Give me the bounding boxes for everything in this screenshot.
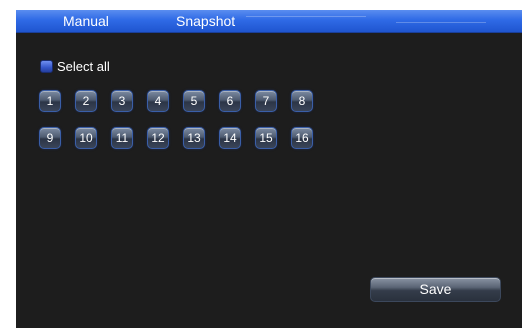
tab-manual[interactable]: Manual <box>63 10 109 32</box>
channel-button-14[interactable]: 14 <box>219 127 241 149</box>
channel-button-6[interactable]: 6 <box>219 90 241 112</box>
channel-button-15[interactable]: 15 <box>255 127 277 149</box>
channel-button-12[interactable]: 12 <box>147 127 169 149</box>
channel-button-1[interactable]: 1 <box>39 90 61 112</box>
tab-bar: Manual Snapshot <box>16 10 522 33</box>
channel-button-2[interactable]: 2 <box>75 90 97 112</box>
select-all-label: Select all <box>57 58 110 74</box>
channel-button-10[interactable]: 10 <box>75 127 97 149</box>
checkbox-checked-icon[interactable] <box>40 59 53 73</box>
snapshot-window: Manual Snapshot Select all 1 2 3 4 5 6 7… <box>16 10 522 328</box>
channel-button-9[interactable]: 9 <box>39 127 61 149</box>
channel-button-13[interactable]: 13 <box>183 127 205 149</box>
channel-button-8[interactable]: 8 <box>291 90 313 112</box>
tab-bar-highlight <box>396 22 486 23</box>
tab-snapshot[interactable]: Snapshot <box>176 10 235 32</box>
channel-button-4[interactable]: 4 <box>147 90 169 112</box>
channel-button-3[interactable]: 3 <box>111 90 133 112</box>
tab-bar-highlight <box>246 16 366 17</box>
select-all-checkbox[interactable]: Select all <box>40 57 110 75</box>
channel-button-16[interactable]: 16 <box>291 127 313 149</box>
channel-button-5[interactable]: 5 <box>183 90 205 112</box>
save-button[interactable]: Save <box>370 277 501 302</box>
channel-button-11[interactable]: 11 <box>111 127 133 149</box>
channel-button-7[interactable]: 7 <box>255 90 277 112</box>
